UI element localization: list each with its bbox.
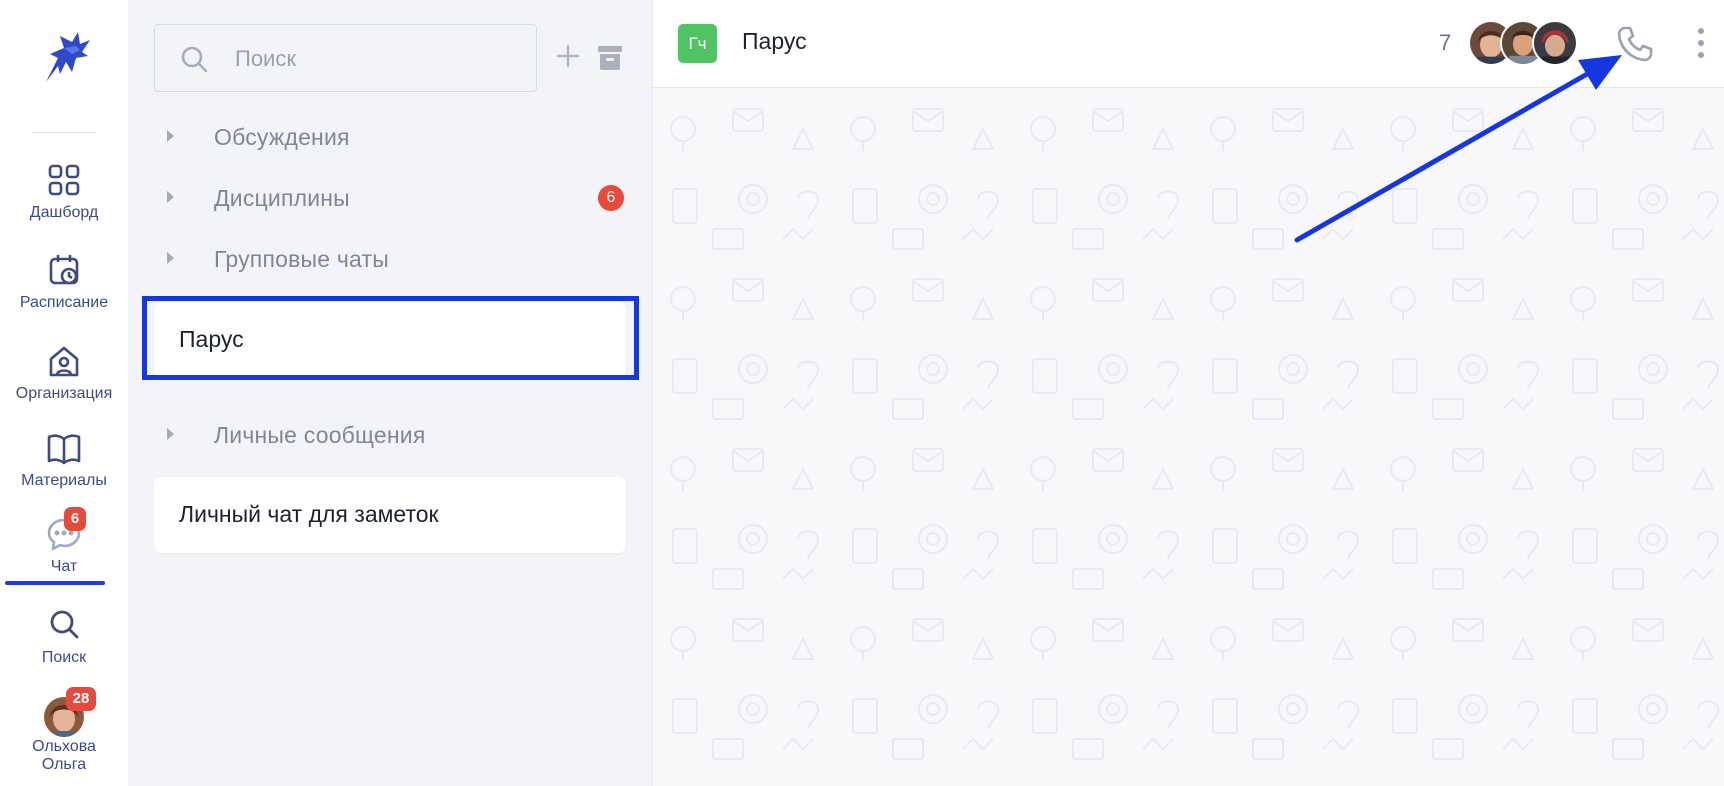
- more-options-icon[interactable]: [1693, 26, 1709, 60]
- app-window: Дашборд Расписание Организация Материалы: [0, 0, 1724, 786]
- selection-annotation-box: [142, 296, 639, 380]
- nav-label-schedule: Расписание: [19, 294, 109, 311]
- group-discussions[interactable]: Обсуждения: [154, 116, 624, 156]
- chat-title: Парус: [742, 28, 807, 54]
- nav-item-dashboard[interactable]: Дашборд: [0, 162, 128, 242]
- nav-rail: Дашборд Расписание Организация Материалы: [0, 0, 128, 786]
- search-icon: [50, 610, 79, 639]
- chat-item-label: Личный чат для заметок: [179, 501, 439, 527]
- group-disciplines[interactable]: Дисциплины 6: [154, 177, 624, 217]
- nav-label-organization: Организация: [15, 385, 113, 402]
- search-box[interactable]: [154, 24, 537, 92]
- group-label: Групповые чаты: [214, 246, 389, 272]
- caret-right-icon: [167, 130, 174, 142]
- nav-item-materials[interactable]: Материалы: [0, 430, 128, 510]
- add-chat-button[interactable]: [552, 40, 584, 72]
- profile-name-line2: Ольга: [41, 756, 87, 773]
- nav-item-organization[interactable]: Организация: [0, 343, 128, 423]
- rail-divider: [32, 132, 96, 133]
- group-label: Дисциплины: [214, 185, 350, 211]
- profile-notification-badge: 28: [66, 687, 96, 711]
- home-user-icon: [49, 346, 79, 377]
- chat-item-notes[interactable]: Личный чат для заметок: [154, 477, 626, 553]
- nav-item-schedule[interactable]: Расписание: [0, 252, 128, 332]
- group-label: Личные сообщения: [214, 422, 426, 448]
- calendar-clock-icon: [49, 255, 79, 285]
- nav-item-search[interactable]: Поиск: [0, 607, 128, 687]
- caret-right-icon: [167, 191, 174, 203]
- nav-label-materials: Материалы: [21, 472, 107, 489]
- profile-item[interactable]: 28 Ольхова Ольга: [0, 687, 128, 786]
- nav-label-search: Поиск: [41, 649, 87, 666]
- caret-right-icon: [167, 252, 174, 264]
- book-icon: [47, 434, 81, 465]
- chat-avatar: Гч: [678, 24, 717, 63]
- logo-icon[interactable]: [36, 28, 92, 86]
- search-input[interactable]: [235, 41, 515, 77]
- nav-label-chat: Чат: [50, 558, 78, 575]
- grid-icon: [48, 164, 80, 196]
- chat-list-panel: Обсуждения Дисциплины 6 Групповые чаты П…: [128, 0, 653, 786]
- member-count: 7: [1439, 30, 1452, 55]
- chat-annotation-underline: [5, 581, 105, 585]
- nav-label-dashboard: Дашборд: [29, 204, 99, 221]
- unread-count-badge: 6: [598, 185, 624, 211]
- archive-icon[interactable]: [596, 44, 624, 72]
- caret-right-icon: [167, 428, 174, 440]
- chat-unread-badge: 6: [64, 507, 86, 531]
- group-personal-messages[interactable]: Личные сообщения: [154, 414, 624, 454]
- conversation-panel: Гч Парус 7: [653, 0, 1724, 786]
- member-avatars[interactable]: [1468, 20, 1588, 66]
- profile-name-line1: Ольхова: [32, 738, 96, 755]
- chat-background-pattern: [653, 89, 1724, 786]
- search-icon: [181, 46, 208, 73]
- group-group-chats[interactable]: Групповые чаты: [154, 238, 624, 278]
- member-avatar: [1532, 20, 1578, 66]
- group-label: Обсуждения: [214, 124, 350, 150]
- call-button[interactable]: [1613, 22, 1657, 66]
- conversation-header: Гч Парус 7: [653, 0, 1724, 88]
- message-area[interactable]: [653, 89, 1724, 786]
